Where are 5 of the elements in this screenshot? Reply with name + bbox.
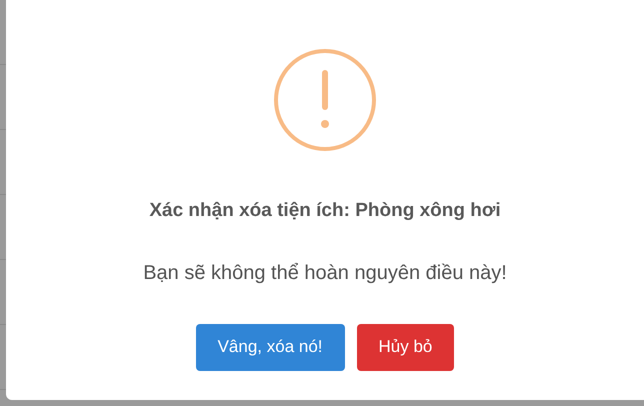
cancel-button[interactable]: Hủy bỏ [356, 324, 454, 370]
dialog-title: Xác nhận xóa tiện ích: Phòng xông hơi [149, 199, 501, 223]
warning-icon [273, 48, 377, 152]
confirm-button[interactable]: Vâng, xóa nó! [196, 324, 345, 370]
dialog-message: Bạn sẽ không thể hoàn nguyên điều này! [143, 260, 507, 286]
